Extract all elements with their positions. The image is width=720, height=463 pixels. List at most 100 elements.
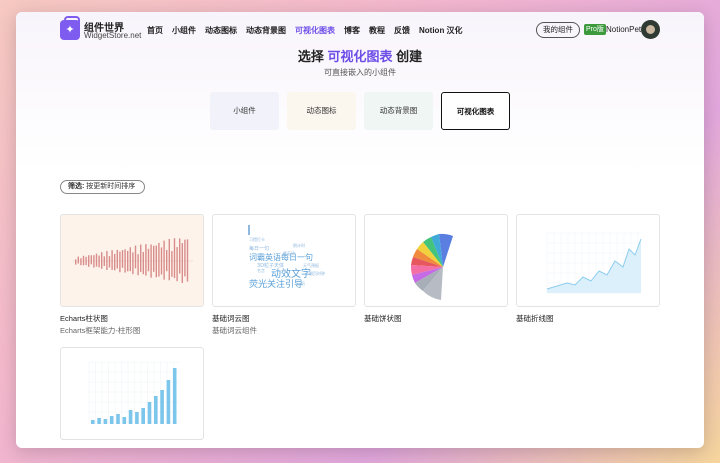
card-wordcloud[interactable]: 词霸英语每日一句 动效文字 荧光关注引导 3D粒子天体 每日一句 倒计时 天气预… bbox=[212, 214, 356, 307]
nav-item[interactable]: 首页 bbox=[147, 25, 163, 36]
bar-mark bbox=[85, 261, 87, 265]
bar-mark bbox=[134, 245, 137, 261]
filter-label: 筛选: bbox=[68, 183, 85, 190]
bar-mark bbox=[179, 238, 181, 261]
site-header: ✦ 组件世界 WidgetStore.net 首页 小组件 动态图标 动态背景图… bbox=[16, 12, 704, 48]
main-nav: 首页 小组件 动态图标 动态背景图 可视化图表 博客 教程 反馈 Notion … bbox=[147, 25, 463, 36]
category-widgets[interactable]: 小组件 bbox=[210, 92, 279, 130]
bar-mark bbox=[181, 261, 183, 283]
bar-mark bbox=[135, 412, 139, 424]
bar-mark bbox=[90, 255, 92, 261]
card-title[interactable]: 基础饼状图 bbox=[364, 313, 402, 324]
sort-filter[interactable]: 筛选: 按更新时间排序 bbox=[60, 180, 145, 194]
bar-mark bbox=[80, 261, 82, 266]
card-title[interactable]: Echarts柱状图 bbox=[60, 313, 108, 324]
bar-mark bbox=[97, 418, 101, 424]
page-title: 选择 可视化图表 创建 bbox=[16, 46, 704, 65]
bar-mark bbox=[93, 255, 95, 261]
bar-mark bbox=[171, 261, 173, 277]
bar-mark bbox=[128, 410, 133, 424]
bar-mark bbox=[186, 239, 189, 261]
bar-mark bbox=[106, 251, 108, 261]
bar-mark bbox=[114, 253, 116, 261]
bar-mark bbox=[166, 380, 171, 424]
bar-mark bbox=[101, 261, 103, 269]
bar-mark bbox=[184, 261, 186, 277]
my-widgets-button[interactable]: 我的组件 bbox=[536, 22, 580, 38]
word: 番茄钟 bbox=[283, 250, 295, 256]
bar-mark bbox=[124, 261, 126, 273]
bar-mark bbox=[171, 251, 173, 261]
bar-mark bbox=[155, 245, 157, 261]
nav-item[interactable]: 博客 bbox=[344, 25, 360, 36]
bar-mark bbox=[103, 419, 108, 424]
bar-mark bbox=[116, 414, 120, 424]
bar-mark bbox=[150, 261, 152, 278]
bar-mark bbox=[109, 416, 114, 424]
bar-mark bbox=[75, 261, 77, 265]
nav-item[interactable]: Notion 汉化 bbox=[419, 25, 463, 36]
bar-mark bbox=[103, 256, 105, 261]
bar-mark bbox=[80, 258, 82, 261]
card-bar-basic[interactable] bbox=[60, 347, 204, 440]
nav-item[interactable]: 教程 bbox=[369, 25, 385, 36]
nav-item-active[interactable]: 可视化图表 bbox=[295, 25, 335, 36]
bar-mark bbox=[116, 249, 118, 261]
card-desc: Echarts框架能力-柱形图 bbox=[60, 326, 141, 335]
bar-mark bbox=[124, 249, 126, 261]
bar-mark bbox=[176, 247, 178, 261]
nav-item[interactable]: 反馈 bbox=[394, 25, 410, 36]
nav-item[interactable]: 小组件 bbox=[172, 25, 196, 36]
card-line[interactable] bbox=[516, 214, 660, 307]
user-name[interactable]: NotionPet bbox=[606, 25, 641, 34]
bar-mark bbox=[77, 261, 79, 264]
card-title[interactable]: 基础词云图 bbox=[212, 313, 250, 324]
bar-mark bbox=[116, 261, 118, 269]
category-animated-icons[interactable]: 动态图标 bbox=[287, 92, 356, 130]
bar-mark bbox=[153, 261, 155, 272]
title-highlight: 可视化图表 bbox=[327, 49, 393, 64]
filter-value: 按更新时间排序 bbox=[86, 183, 136, 190]
bar-mark bbox=[111, 261, 113, 270]
logo-bag-icon[interactable]: ✦ bbox=[60, 16, 80, 40]
card-echarts-bar[interactable] bbox=[60, 214, 204, 307]
bar-mark bbox=[106, 261, 108, 270]
bar-mark bbox=[179, 261, 181, 274]
bar-mark bbox=[77, 256, 79, 261]
line-chart-preview bbox=[546, 232, 642, 294]
bar-mark bbox=[155, 261, 157, 278]
word: 荧光关注引导 bbox=[249, 278, 303, 290]
card-pie[interactable] bbox=[364, 214, 508, 307]
category-animated-backgrounds[interactable]: 动态背景图 bbox=[364, 92, 433, 130]
pie-chart-preview bbox=[410, 233, 453, 300]
nav-item[interactable]: 动态图标 bbox=[205, 25, 237, 36]
bar-mark bbox=[166, 249, 168, 261]
bar-mark bbox=[103, 261, 105, 266]
bar-mark bbox=[111, 250, 113, 261]
bar-mark bbox=[153, 245, 155, 261]
bar-mark bbox=[108, 261, 111, 268]
bar-mark bbox=[127, 261, 129, 272]
category-charts-selected[interactable]: 可视化图表 bbox=[441, 92, 510, 130]
word: 日历 bbox=[297, 281, 305, 286]
bar-mark bbox=[147, 402, 152, 424]
bar-chart-blue-preview bbox=[88, 361, 179, 424]
bar-mark bbox=[150, 244, 152, 261]
bar-mark bbox=[137, 261, 139, 276]
title-suffix: 创建 bbox=[392, 49, 423, 64]
bar-mark bbox=[108, 256, 111, 261]
bar-mark bbox=[160, 247, 163, 261]
bar-mark bbox=[88, 261, 90, 267]
bar-mark bbox=[122, 417, 127, 424]
bar-mark bbox=[154, 396, 158, 424]
word: 倒计时 bbox=[293, 242, 305, 248]
bar-mark bbox=[160, 390, 164, 424]
brand-subtitle[interactable]: WidgetStore.net bbox=[84, 31, 141, 40]
bar-mark bbox=[181, 243, 183, 261]
card-title[interactable]: 基础折线图 bbox=[516, 313, 554, 324]
bar-mark bbox=[184, 239, 186, 261]
bar-mark bbox=[173, 238, 176, 261]
avatar[interactable] bbox=[641, 20, 660, 39]
bar-mark bbox=[127, 250, 129, 261]
nav-item[interactable]: 动态背景图 bbox=[246, 25, 286, 36]
